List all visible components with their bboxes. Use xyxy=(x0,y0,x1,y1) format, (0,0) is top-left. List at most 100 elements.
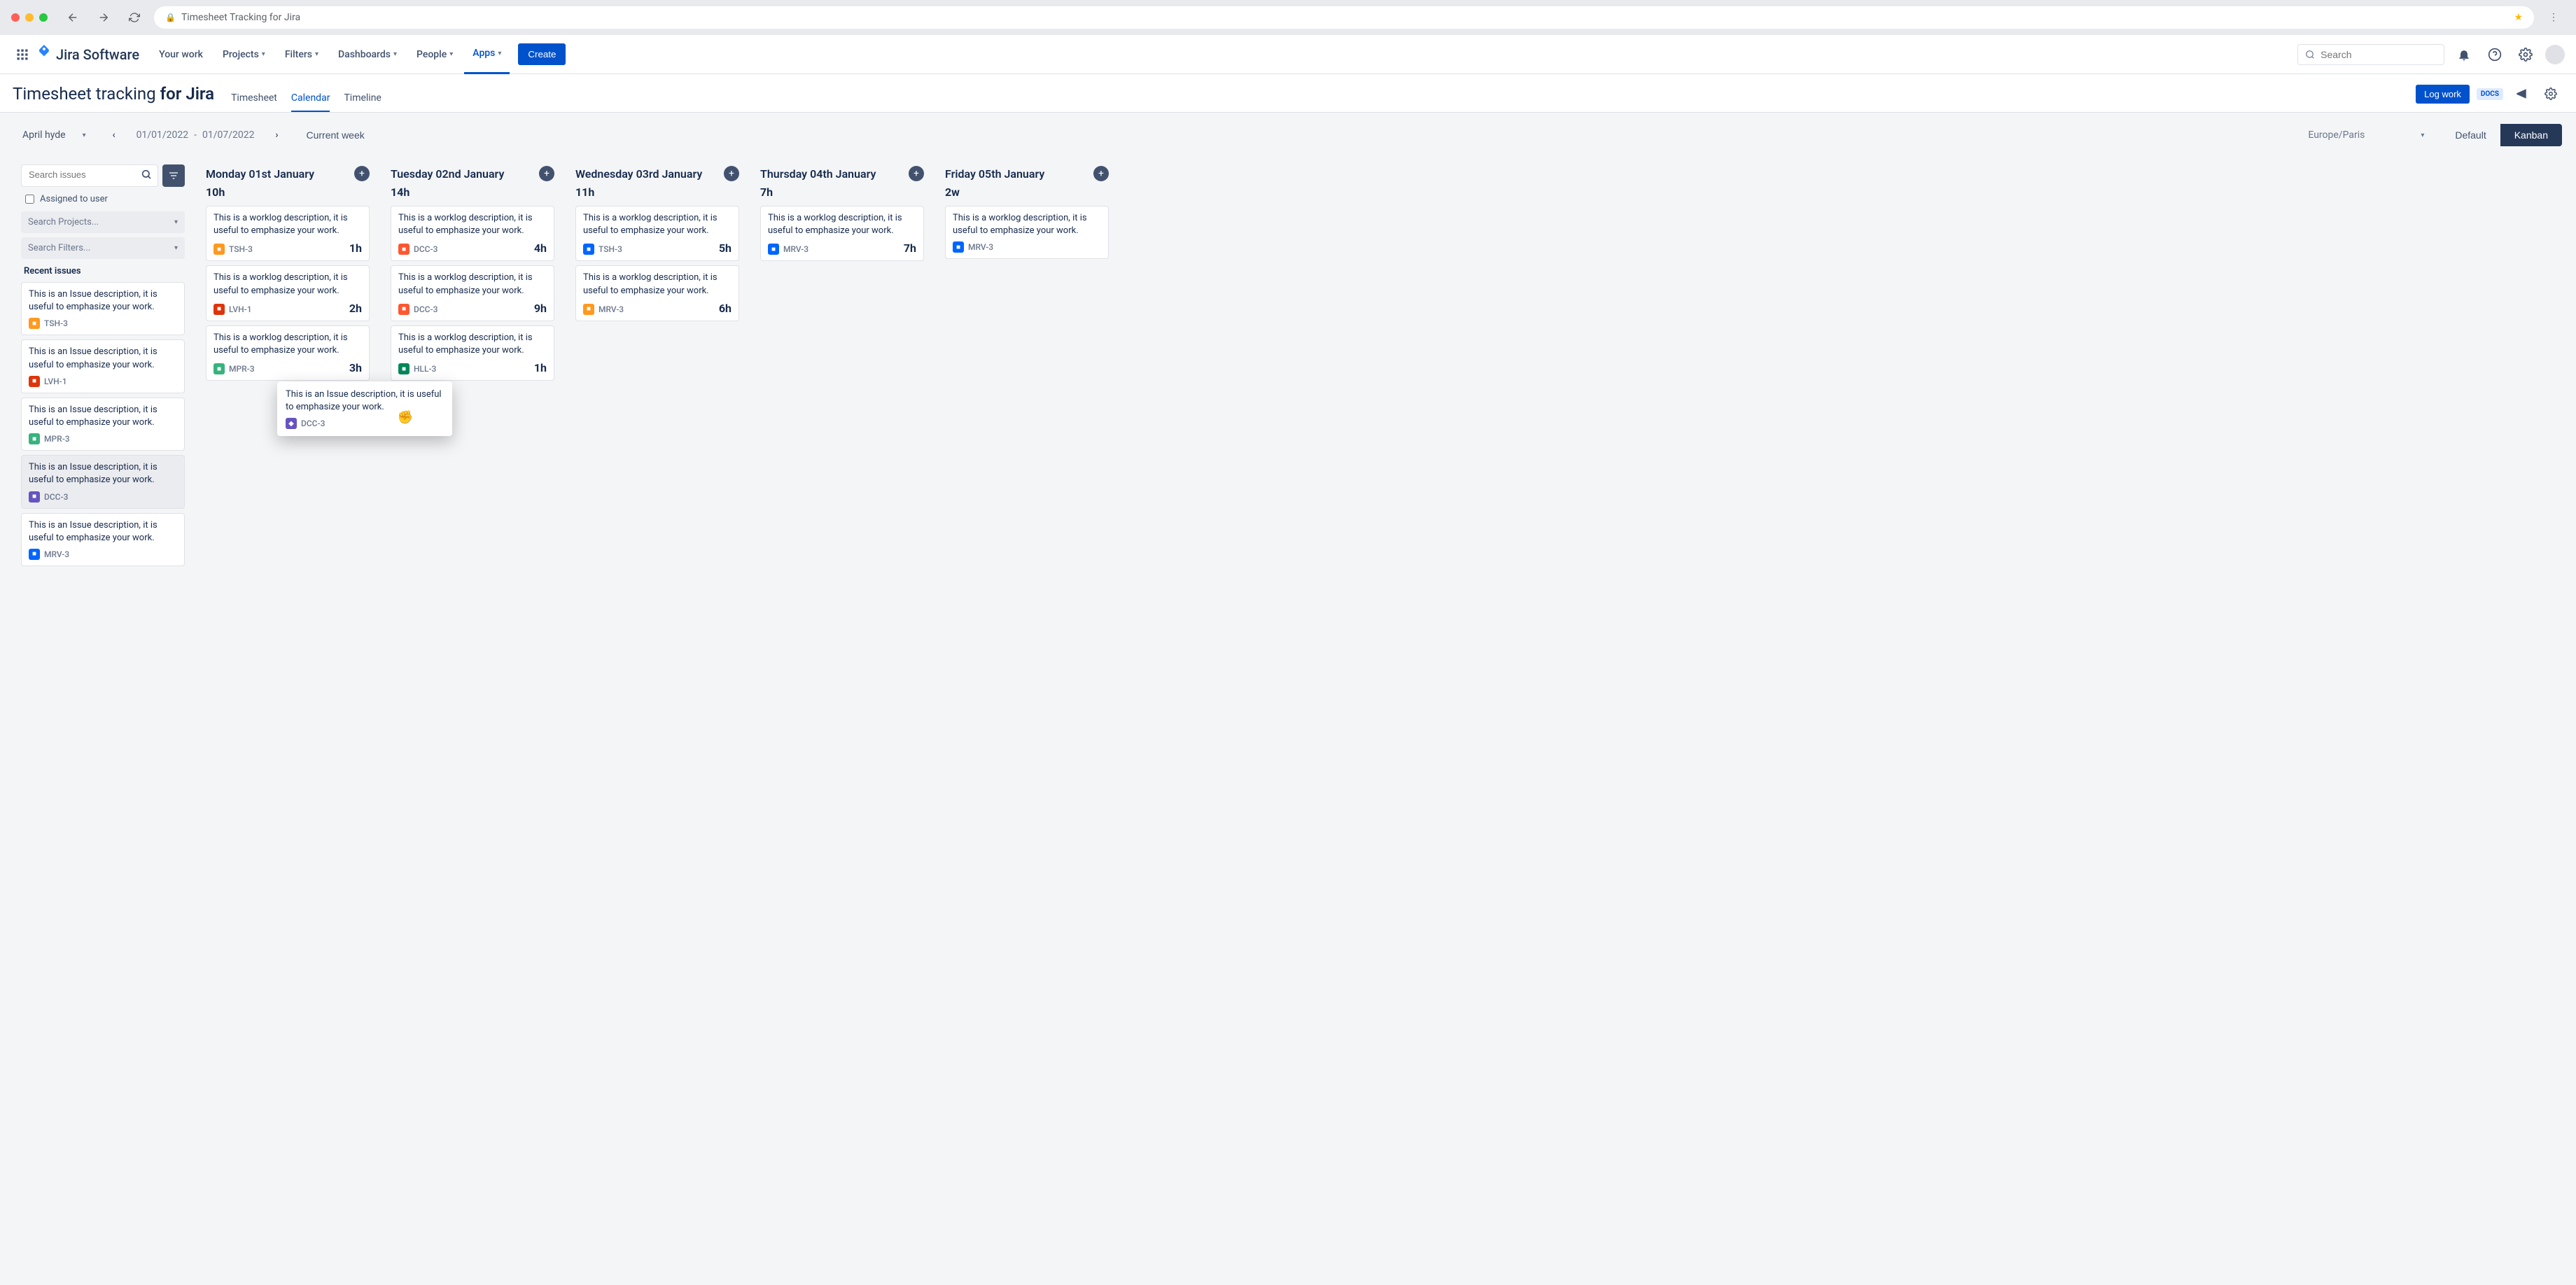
address-bar[interactable]: 🔒 Timesheet Tracking for Jira ★ xyxy=(154,6,2534,29)
day-total-hours: 11h xyxy=(575,185,739,199)
worklog-key-row: ■HLL-3 xyxy=(398,363,436,374)
add-worklog-button[interactable]: + xyxy=(1093,166,1109,181)
worklog-card[interactable]: This is a worklog description, it is use… xyxy=(575,265,739,321)
day-title: Friday 05th January xyxy=(945,167,1044,181)
worklog-card[interactable]: This is a worklog description, it is use… xyxy=(391,265,554,321)
next-week-button[interactable]: › xyxy=(266,124,288,146)
projects-filter-dropdown[interactable]: Search Projects... ▾ xyxy=(21,211,185,233)
nav-label: Filters xyxy=(285,49,312,60)
tab-calendar[interactable]: Calendar xyxy=(291,92,330,112)
day-column: Thursday 04th January +7h This is a worklo… xyxy=(753,157,931,528)
worklog-key: MRV-3 xyxy=(783,244,808,254)
add-worklog-button[interactable]: + xyxy=(724,166,739,181)
worklog-key-row: ■LVH-1 xyxy=(214,304,252,315)
issue-card[interactable]: This is an Issue description, it is usef… xyxy=(21,282,185,335)
nav-item-your-work[interactable]: Your work xyxy=(150,35,211,74)
add-worklog-button[interactable]: + xyxy=(354,166,370,181)
minimize-window-button[interactable] xyxy=(25,13,34,22)
page-title: Timesheet tracking for Jira xyxy=(13,84,214,112)
worklog-card[interactable]: This is a worklog description, it is use… xyxy=(391,206,554,261)
nav-item-dashboards[interactable]: Dashboards ▾ xyxy=(330,35,405,74)
whats-new-icon[interactable] xyxy=(2510,83,2533,105)
worklog-key: TSH-3 xyxy=(598,244,622,254)
recent-issues-heading: Recent issues xyxy=(24,266,182,276)
date-to: 01/07/2022 xyxy=(202,129,255,141)
worklog-card[interactable]: This is a worklog description, it is use… xyxy=(760,206,924,261)
nav-item-apps[interactable]: Apps ▾ xyxy=(464,35,510,74)
worklog-hours: 2h xyxy=(349,302,362,315)
lock-icon: 🔒 xyxy=(165,13,176,22)
filters-filter-dropdown[interactable]: Search Filters... ▾ xyxy=(21,237,185,259)
date-range[interactable]: 01/01/2022 - 01/07/2022 xyxy=(128,124,263,146)
worklog-card[interactable]: This is a worklog description, it is use… xyxy=(206,206,370,261)
worklog-key: MPR-3 xyxy=(229,364,255,374)
view-default-button[interactable]: Default xyxy=(2441,124,2500,146)
worklog-card[interactable]: This is a worklog description, it is use… xyxy=(945,206,1109,259)
worklog-card[interactable]: This is a worklog description, it is use… xyxy=(206,325,370,381)
notifications-icon[interactable] xyxy=(2453,43,2475,66)
day-title: Wednesday 03rd January xyxy=(575,167,702,181)
issue-type-icon: ■ xyxy=(398,363,410,374)
reload-button[interactable] xyxy=(123,6,146,29)
back-button[interactable] xyxy=(62,6,84,29)
settings-icon[interactable] xyxy=(2514,43,2537,66)
prev-week-button[interactable]: ‹ xyxy=(103,124,125,146)
worklog-hours: 1h xyxy=(349,241,362,255)
issue-key-row: ■MPR-3 xyxy=(29,433,177,444)
assigned-checkbox-input[interactable] xyxy=(25,195,34,204)
tab-timesheet[interactable]: Timesheet xyxy=(231,92,277,112)
drag-ghost-card: This is an Issue description, it is usef… xyxy=(277,381,452,436)
tab-timeline[interactable]: Timeline xyxy=(344,92,381,112)
current-week-button[interactable]: Current week xyxy=(297,124,374,146)
search-issues-input[interactable] xyxy=(29,169,136,180)
create-button[interactable]: Create xyxy=(518,43,566,65)
log-work-button[interactable]: Log work xyxy=(2416,85,2470,104)
bookmark-star-icon[interactable]: ★ xyxy=(2514,12,2523,23)
browser-menu-button[interactable]: ⋮ xyxy=(2542,12,2565,23)
jira-logo[interactable]: Jira Software xyxy=(36,45,139,64)
issue-desc: This is an Issue description, it is usef… xyxy=(29,461,177,486)
close-window-button[interactable] xyxy=(11,13,20,22)
chevron-down-icon: ▾ xyxy=(83,132,86,139)
assigned-to-user-checkbox[interactable]: Assigned to user xyxy=(21,194,185,204)
search-issues-field[interactable] xyxy=(21,164,158,187)
worklog-card[interactable]: This is a worklog description, it is use… xyxy=(206,265,370,321)
issue-type-icon: ■ xyxy=(583,244,594,255)
global-search-input[interactable] xyxy=(2320,49,2437,60)
nav-item-filters[interactable]: Filters ▾ xyxy=(276,35,327,74)
user-avatar[interactable] xyxy=(2545,45,2565,64)
maximize-window-button[interactable] xyxy=(39,13,48,22)
app-switcher-icon[interactable] xyxy=(11,43,34,66)
day-title: Thursday 04th January xyxy=(760,167,876,181)
timezone-dropdown[interactable]: Europe/Paris ▾ xyxy=(2300,124,2432,146)
nav-item-projects[interactable]: Projects ▾ xyxy=(214,35,274,74)
filter-toggle-icon[interactable] xyxy=(162,164,185,187)
help-icon[interactable] xyxy=(2484,43,2506,66)
issue-card[interactable]: This is an Issue description, it is usef… xyxy=(21,455,185,508)
add-worklog-button[interactable]: + xyxy=(909,166,924,181)
forward-button[interactable] xyxy=(92,6,115,29)
add-worklog-button[interactable]: + xyxy=(539,166,554,181)
worklog-card[interactable]: This is a worklog description, it is use… xyxy=(575,206,739,261)
nav-item-people[interactable]: People ▾ xyxy=(408,35,461,74)
day-total-hours: 7h xyxy=(760,185,924,199)
page-title-prefix: Timesheet tracking xyxy=(13,84,160,104)
page-title-suffix: for Jira xyxy=(160,84,214,104)
day-column: Friday 05th January+2wThis is a worklog … xyxy=(938,157,1116,528)
day-column: Wednesday 03rd January +11h This is a work… xyxy=(568,157,746,528)
search-icon xyxy=(141,169,152,183)
issue-card[interactable]: This is an Issue description, it is usef… xyxy=(21,339,185,393)
docs-badge[interactable]: DOCS xyxy=(2477,88,2503,100)
issue-card[interactable]: This is an Issue description, it is usef… xyxy=(21,513,185,566)
chevron-down-icon: ▾ xyxy=(393,50,397,58)
user-filter-dropdown[interactable]: April hyde ▾ xyxy=(14,124,94,146)
app-settings-icon[interactable] xyxy=(2540,83,2562,105)
issue-type-icon: ■ xyxy=(953,241,964,253)
worklog-hours: 3h xyxy=(349,361,362,374)
search-icon xyxy=(2305,49,2315,60)
issue-card[interactable]: This is an Issue description, it is usef… xyxy=(21,398,185,451)
worklog-card[interactable]: This is a worklog description, it is use… xyxy=(391,325,554,381)
view-kanban-button[interactable]: Kanban xyxy=(2500,124,2562,146)
day-column: Monday 01st January+10hThis is a worklog… xyxy=(199,157,377,528)
global-search[interactable] xyxy=(2297,44,2444,65)
